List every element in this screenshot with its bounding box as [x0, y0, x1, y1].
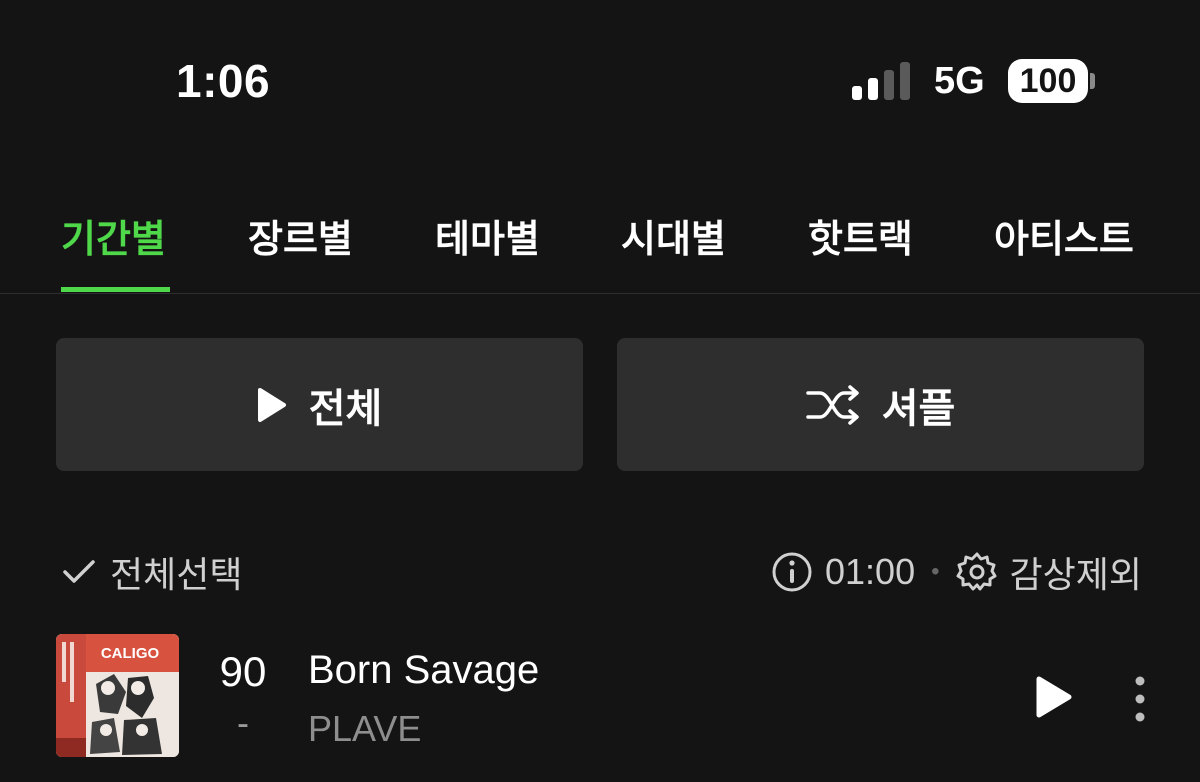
rank-change: -	[237, 702, 249, 743]
album-art-title: CALIGO	[101, 645, 160, 662]
network-type: 5G	[934, 60, 985, 102]
battery-tip	[1090, 73, 1095, 89]
cellular-signal-icon	[852, 62, 914, 100]
chart-tools: 01:00 • 감상제외	[771, 546, 1142, 598]
gear-icon[interactable]	[956, 551, 998, 593]
play-all-button[interactable]: 전체	[56, 338, 583, 471]
select-all-label: 전체선택	[110, 554, 243, 595]
select-all-button[interactable]: 전체선택	[62, 546, 242, 598]
tab-era[interactable]: 시대별	[621, 208, 726, 263]
tab-hot-track[interactable]: 핫트랙	[808, 208, 913, 263]
track-title: Born Savage	[308, 648, 540, 692]
battery-level: 100	[1019, 61, 1077, 100]
tab-artist[interactable]: 아티스트	[994, 208, 1134, 263]
track-row[interactable]: CALIGO 90 - Born Savage PLAVE	[0, 630, 1200, 770]
tab-period[interactable]: 기간별	[61, 208, 166, 263]
chart-update-time: 01:00	[825, 551, 916, 592]
play-icon	[257, 387, 286, 422]
checkmark-icon	[63, 560, 95, 583]
separator-dot: •	[931, 558, 940, 585]
track-artist[interactable]: PLAVE	[308, 708, 421, 750]
play-track-icon[interactable]	[1034, 675, 1074, 719]
shuffle-button[interactable]: 셔플	[617, 338, 1144, 471]
album-art: CALIGO	[56, 634, 179, 757]
play-all-label: 전체	[308, 386, 383, 431]
exclude-listening-label[interactable]: 감상제외	[1010, 546, 1142, 598]
chart-category-tabs: 기간별 장르별 테마별 시대별 핫트랙 아티스트	[0, 180, 1200, 294]
more-options-icon[interactable]	[1126, 674, 1154, 724]
track-rank: 90	[219, 648, 267, 695]
status-bar: 1:06 5G 100	[0, 0, 1200, 160]
tab-theme[interactable]: 테마별	[435, 208, 540, 263]
shuffle-label: 셔플	[881, 386, 956, 431]
battery-icon: 100	[1008, 59, 1088, 103]
info-icon[interactable]	[771, 551, 813, 593]
selection-toolbar: 전체선택 01:00 • 감상제외	[0, 540, 1200, 600]
active-tab-indicator	[61, 287, 170, 292]
tab-genre[interactable]: 장르별	[248, 208, 353, 263]
shuffle-icon	[805, 384, 859, 425]
status-time: 1:06	[176, 55, 271, 107]
